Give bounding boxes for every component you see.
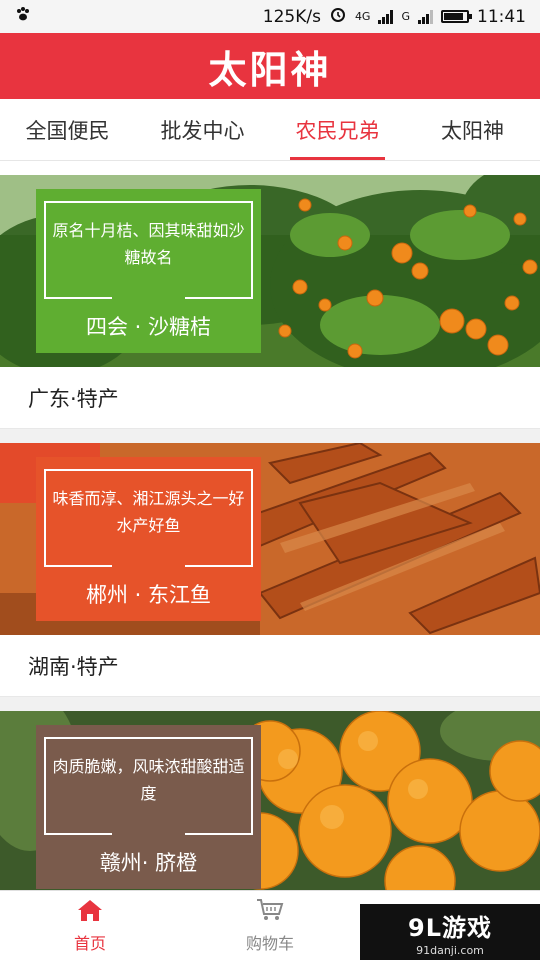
home-icon xyxy=(77,898,103,926)
category-tabs: 全国便民 批发中心 农民兄弟 太阳神 xyxy=(0,99,540,161)
region-label: 湖南·特产 xyxy=(28,654,119,679)
clock: 11:41 xyxy=(477,6,526,27)
product-banner-image[interactable]: 味香而淳、湘江源头之一好水产好鱼 郴州 · 东江鱼 xyxy=(0,443,540,635)
product-overlay: 味香而淳、湘江源头之一好水产好鱼 郴州 · 东江鱼 xyxy=(36,457,261,621)
status-bar: 125K/s 4G G 11:41 xyxy=(0,0,540,33)
nav-home-label: 首页 xyxy=(73,933,106,953)
paw-notification-icon xyxy=(14,5,32,28)
product-overlay: 肉质脆嫩，风味浓甜酸甜适度 赣州· 脐橙 xyxy=(36,725,261,889)
product-name: 四会 · 沙糖桔 xyxy=(85,315,212,339)
product-card[interactable]: 味香而淳、湘江源头之一好水产好鱼 郴州 · 东江鱼 湖南·特产 xyxy=(0,443,540,697)
network-type: 4G xyxy=(354,10,371,23)
region-label: 广东·特产 xyxy=(28,386,119,411)
alarm-clock-icon xyxy=(329,5,347,28)
nav-cart[interactable]: 购物车 xyxy=(180,891,360,960)
product-card[interactable]: 原名十月桔、因其味甜如沙糖故名 四会 · 沙糖桔 广东·特产 xyxy=(0,175,540,429)
carrier-mark: G xyxy=(401,10,410,23)
tab-national-convenience[interactable]: 全国便民 xyxy=(0,99,135,160)
tab-label: 太阳神 xyxy=(441,118,504,143)
product-slogan: 味香而淳、湘江源头之一好水产好鱼 xyxy=(52,489,245,535)
tab-farmer-brothers[interactable]: 农民兄弟 xyxy=(270,99,405,160)
product-name: 赣州· 脐橙 xyxy=(99,851,198,875)
product-slogan: 原名十月桔、因其味甜如沙糖故名 xyxy=(52,221,245,267)
signal-icon xyxy=(378,9,394,24)
product-feed: 原名十月桔、因其味甜如沙糖故名 四会 · 沙糖桔 广东·特产 味香而淳、湘江源头… xyxy=(0,175,540,903)
app-title: 太阳神 xyxy=(208,47,332,92)
product-overlay: 原名十月桔、因其味甜如沙糖故名 四会 · 沙糖桔 xyxy=(36,189,261,353)
divider xyxy=(0,697,540,711)
product-region[interactable]: 广东·特产 xyxy=(0,367,540,429)
signal-icon-2 xyxy=(418,9,433,24)
site-watermark: 9L游戏 91danji.com xyxy=(360,904,540,960)
product-banner-image[interactable]: 肉质脆嫩，风味浓甜酸甜适度 赣州· 脐橙 xyxy=(0,711,540,903)
watermark-logo: 9L游戏 xyxy=(408,913,492,942)
product-region[interactable]: 湖南·特产 xyxy=(0,635,540,697)
tab-label: 全国便民 xyxy=(25,118,110,143)
cart-icon xyxy=(256,898,284,926)
tab-taiyangshen[interactable]: 太阳神 xyxy=(405,99,540,160)
nav-cart-label: 购物车 xyxy=(245,933,294,953)
product-banner-image[interactable]: 原名十月桔、因其味甜如沙糖故名 四会 · 沙糖桔 xyxy=(0,175,540,367)
battery-icon xyxy=(441,10,472,23)
product-card[interactable]: 肉质脆嫩，风味浓甜酸甜适度 赣州· 脐橙 xyxy=(0,711,540,903)
app-header: 太阳神 xyxy=(0,33,540,99)
tab-label: 批发中心 xyxy=(160,118,245,143)
watermark-url: 91danji.com xyxy=(416,943,484,957)
divider xyxy=(0,429,540,443)
tab-label: 农民兄弟 xyxy=(295,118,380,143)
product-slogan: 肉质脆嫩，风味浓甜酸甜适度 xyxy=(52,757,245,803)
tab-wholesale-center[interactable]: 批发中心 xyxy=(135,99,270,160)
net-speed: 125K/s xyxy=(262,6,321,27)
nav-home[interactable]: 首页 xyxy=(0,891,180,960)
product-name: 郴州 · 东江鱼 xyxy=(85,583,212,607)
